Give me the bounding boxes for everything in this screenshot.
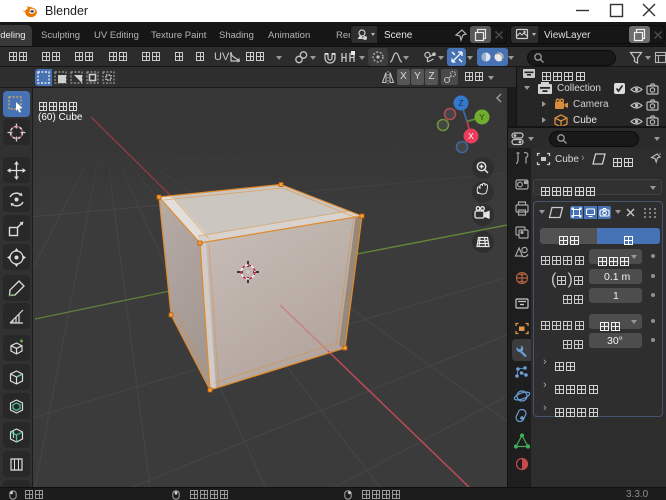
svg-text:Y: Y: [479, 112, 485, 122]
svg-text:Z: Z: [458, 98, 463, 108]
svg-text:X: X: [468, 131, 474, 141]
